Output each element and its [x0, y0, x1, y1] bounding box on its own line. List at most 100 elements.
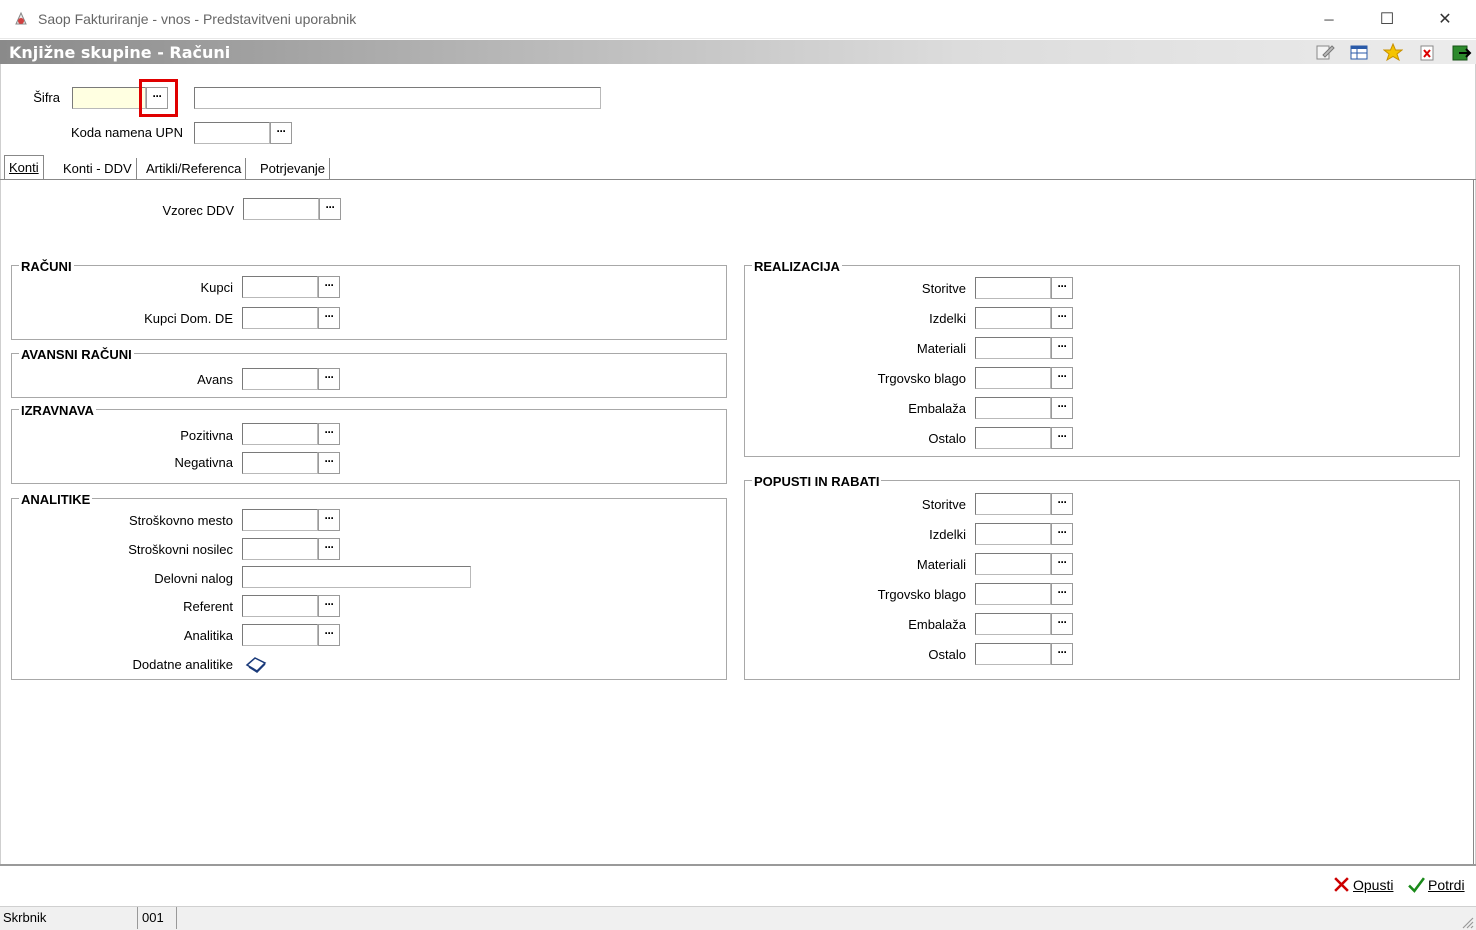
- negativna-input[interactable]: [242, 452, 318, 474]
- pop-storitve-input[interactable]: [975, 493, 1051, 515]
- vzorec-ddv-lookup-button[interactable]: ···: [319, 198, 341, 220]
- confirm-button[interactable]: Potrdi: [1408, 876, 1465, 893]
- delovni-nalog-input[interactable]: [242, 566, 471, 588]
- real-ostalo-lookup-button[interactable]: ···: [1051, 427, 1073, 449]
- analitika-lookup-button[interactable]: ···: [318, 624, 340, 646]
- koda-lookup-button[interactable]: ···: [270, 122, 292, 144]
- avans-label: Avans: [197, 372, 233, 387]
- tab-konti-ddv-label: Konti - DDV: [63, 161, 132, 176]
- pop-ostalo-input[interactable]: [975, 643, 1051, 665]
- pop-storitve-lookup-button[interactable]: ···: [1051, 493, 1073, 515]
- racuni-group: [11, 265, 727, 340]
- pop-izdelki-lookup-button[interactable]: ···: [1051, 523, 1073, 545]
- pozitivna-lookup-button[interactable]: ···: [318, 423, 340, 445]
- window-title: Saop Fakturiranje - vnos - Predstavitven…: [38, 11, 357, 27]
- tab-potrjevanje-label: Potrjevanje: [260, 161, 326, 176]
- kupci-label: Kupci: [200, 280, 233, 295]
- real-materiali-label: Materiali: [916, 341, 966, 356]
- vzorec-ddv-label: Vzorec DDV: [162, 203, 234, 218]
- resize-grip-icon[interactable]: [1460, 915, 1474, 929]
- minimize-button[interactable]: ─: [1306, 4, 1352, 34]
- exit-icon[interactable]: [1450, 42, 1472, 62]
- analitika-input[interactable]: [242, 624, 318, 646]
- kupci-dom-de-lookup-button[interactable]: ···: [318, 307, 340, 329]
- real-trgovsko-blago-input[interactable]: [975, 367, 1051, 389]
- dodatne-analitike-book-icon[interactable]: [245, 655, 269, 675]
- avansni-title: AVANSNI RAČUNI: [19, 347, 134, 362]
- window-titlebar: Saop Fakturiranje - vnos - Predstavitven…: [0, 0, 1476, 39]
- cancel-x-icon: [1334, 877, 1349, 892]
- name-input[interactable]: [194, 87, 601, 109]
- dodatne-analitike-label: Dodatne analitike: [132, 657, 233, 672]
- status-user: Skrbnik: [0, 907, 138, 929]
- pop-embalaza-lookup-button[interactable]: ···: [1051, 613, 1073, 635]
- stroskovni-nosilec-label: Stroškovni nosilec: [128, 542, 233, 557]
- close-button[interactable]: ✕: [1422, 4, 1468, 34]
- analitika-label: Analitika: [183, 628, 233, 643]
- izravnava-group: [11, 409, 727, 484]
- tab-konti-ddv[interactable]: Konti - DDV: [59, 158, 137, 180]
- vzorec-ddv-input[interactable]: [243, 198, 319, 220]
- tab-potrjevanje[interactable]: Potrjevanje: [256, 158, 331, 180]
- analitike-title: ANALITIKE: [19, 492, 93, 507]
- pop-materiali-lookup-button[interactable]: ···: [1051, 553, 1073, 575]
- stroskovni-nosilec-lookup-button[interactable]: ···: [318, 538, 340, 560]
- real-trgovsko-blago-lookup-button[interactable]: ···: [1051, 367, 1073, 389]
- koda-input[interactable]: [194, 122, 270, 144]
- referent-input[interactable]: [242, 595, 318, 617]
- avans-input[interactable]: [242, 368, 318, 390]
- stroskovni-nosilec-input[interactable]: [242, 538, 318, 560]
- real-materiali-input[interactable]: [975, 337, 1051, 359]
- delete-icon[interactable]: [1416, 42, 1438, 62]
- avans-lookup-button[interactable]: ···: [318, 368, 340, 390]
- stroskovno-mesto-input[interactable]: [242, 509, 318, 531]
- popusti-title: POPUSTI IN RABATI: [752, 474, 882, 489]
- close-icon: ✕: [1438, 11, 1452, 28]
- maximize-button[interactable]: ☐: [1364, 4, 1410, 34]
- star-icon[interactable]: [1382, 42, 1404, 62]
- real-izdelki-lookup-button[interactable]: ···: [1051, 307, 1073, 329]
- real-ostalo-input[interactable]: [975, 427, 1051, 449]
- status-bar: Skrbnik 001: [0, 906, 1476, 930]
- negativna-lookup-button[interactable]: ···: [318, 452, 340, 474]
- real-storitve-lookup-button[interactable]: ···: [1051, 277, 1073, 299]
- confirm-check-icon: [1408, 877, 1425, 893]
- realizacija-title: REALIZACIJA: [752, 259, 842, 274]
- pop-embalaza-input[interactable]: [975, 613, 1051, 635]
- real-izdelki-input[interactable]: [975, 307, 1051, 329]
- tab-artikli-referenca[interactable]: Artikli/Referenca: [142, 158, 247, 180]
- kupci-dom-de-label: Kupci Dom. DE: [144, 311, 233, 326]
- kupci-input[interactable]: [242, 276, 318, 298]
- izravnava-title: IZRAVNAVA: [19, 403, 96, 418]
- pozitivna-input[interactable]: [242, 423, 318, 445]
- bottom-separator: [0, 864, 1476, 866]
- pop-storitve-label: Storitve: [921, 497, 966, 512]
- tab-body-border: [1473, 180, 1474, 866]
- real-materiali-lookup-button[interactable]: ···: [1051, 337, 1073, 359]
- pop-ostalo-lookup-button[interactable]: ···: [1051, 643, 1073, 665]
- kupci-lookup-button[interactable]: ···: [318, 276, 340, 298]
- highlight-box: [139, 79, 178, 117]
- delovni-nalog-label: Delovni nalog: [154, 571, 233, 586]
- tab-artikli-label: Artikli/Referenca: [146, 161, 242, 176]
- real-storitve-input[interactable]: [975, 277, 1051, 299]
- real-embalaza-label: Embalaža: [908, 401, 966, 416]
- sifra-input[interactable]: [72, 87, 146, 109]
- stroskovno-mesto-lookup-button[interactable]: ···: [318, 509, 340, 531]
- tab-konti[interactable]: Konti: [4, 155, 44, 180]
- cancel-label: Opusti: [1353, 876, 1394, 893]
- pop-materiali-input[interactable]: [975, 553, 1051, 575]
- kupci-dom-de-input[interactable]: [242, 307, 318, 329]
- pop-trgovsko-blago-lookup-button[interactable]: ···: [1051, 583, 1073, 605]
- pozitivna-label: Pozitivna: [180, 428, 233, 443]
- real-embalaza-lookup-button[interactable]: ···: [1051, 397, 1073, 419]
- pop-izdelki-input[interactable]: [975, 523, 1051, 545]
- tab-konti-label: Konti: [9, 160, 39, 175]
- pop-trgovsko-blago-input[interactable]: [975, 583, 1051, 605]
- app-icon: [15, 11, 27, 25]
- cancel-button[interactable]: Opusti: [1333, 876, 1393, 893]
- table-icon[interactable]: [1348, 42, 1370, 62]
- referent-lookup-button[interactable]: ···: [318, 595, 340, 617]
- real-embalaza-input[interactable]: [975, 397, 1051, 419]
- edit-icon[interactable]: [1314, 42, 1336, 62]
